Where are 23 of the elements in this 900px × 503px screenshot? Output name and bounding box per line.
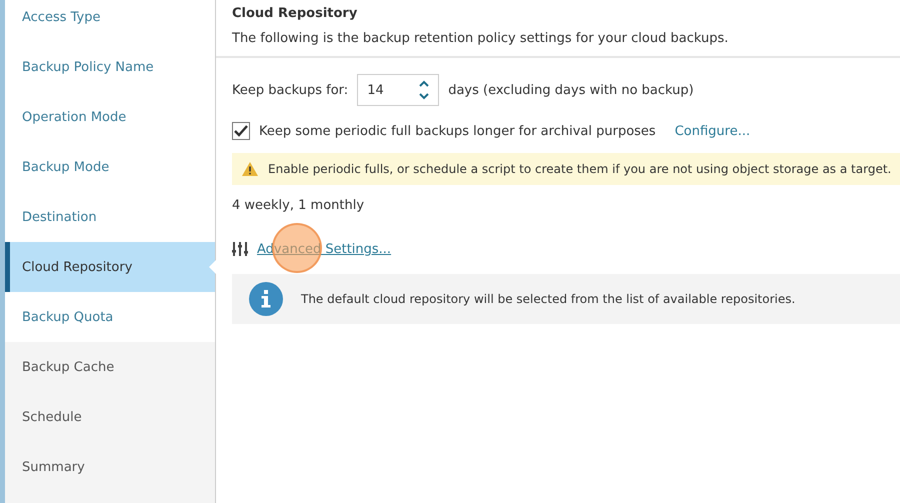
section-title: Cloud Repository [232,5,358,22]
wizard-step[interactable]: Destination [5,192,215,242]
section-description: The following is the backup retention policy settings for your cloud backups. [232,30,730,47]
number-field[interactable]: 14 [357,74,440,106]
checkbox-label: Keep some periodic full backups longer for archival purposes [259,124,656,138]
configure-link[interactable]: Configure... [674,124,750,138]
info-icon [249,282,283,316]
advanced-settings-link[interactable]: Advanced Settings... [257,242,392,256]
field-unit: days (excluding days with no backup) [448,82,694,98]
checkbox[interactable] [232,122,250,140]
wizard-step[interactable]: Operation Mode [5,92,215,142]
retention-summary: 4 weekly, 1 monthly [232,198,366,214]
wizard-step[interactable]: Backup Mode [5,142,215,192]
wizard-step[interactable]: Access Type [5,0,215,42]
warning-text: Enable periodic fulls, or schedule a script to create them if you are not using object storage as a target. [268,162,892,176]
warning-icon [242,162,258,176]
sliders-icon [232,241,248,257]
wizard-step[interactable]: Backup Policy Name [5,42,215,92]
wizard-step[interactable]: Backup Quota [5,292,215,342]
spinner-arrows-icon[interactable] [418,78,430,102]
field-label: Keep backups for: [232,82,348,98]
wizard-step[interactable]: Cloud Repository [5,242,215,292]
info-text: The default cloud repository will be selected from the list of available repositories. [301,292,796,306]
